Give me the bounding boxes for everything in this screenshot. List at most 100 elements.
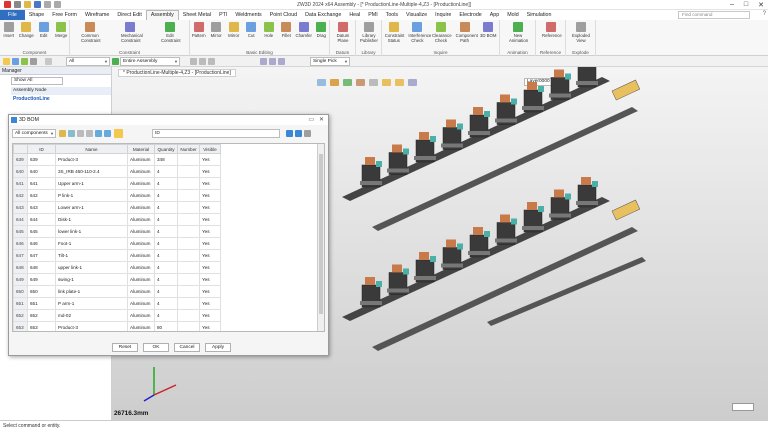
cell-id[interactable]: 642 [27, 189, 56, 202]
ribbon-button-change[interactable]: Change [17, 22, 35, 38]
cell-name[interactable]: Disk-1 [55, 213, 128, 226]
vertex-icon[interactable] [190, 58, 197, 65]
cell-number[interactable] [177, 189, 200, 202]
menu-item-heal[interactable]: Heal [345, 10, 364, 20]
cell-visible[interactable]: Yes [199, 177, 221, 190]
cell-material[interactable]: Aluminum [127, 153, 155, 166]
cell-visible[interactable]: Yes [199, 297, 221, 310]
cell-visible[interactable]: Yes [199, 225, 221, 238]
cell-qty[interactable]: 4 [154, 297, 178, 310]
cell-material[interactable]: Aluminum [127, 321, 155, 331]
table-row[interactable]: 639 639 Product-3 Aluminum 348 Yes [13, 153, 320, 166]
cell-number[interactable] [177, 273, 200, 286]
menu-item-mold[interactable]: Mold [503, 10, 522, 20]
filter-combo[interactable]: All ▼ [66, 57, 110, 66]
cell-qty[interactable]: 4 [154, 249, 178, 262]
ribbon-button-interference-check[interactable]: Interference Check [408, 22, 431, 43]
table-row[interactable]: 643 643 Lower arm-1 Aluminum 4 Yes [13, 201, 320, 214]
ribbon-button-mechanical-constraint[interactable]: Mechanical Constraint [121, 22, 143, 43]
cell-number[interactable] [177, 165, 200, 178]
settings-icon[interactable] [45, 58, 52, 65]
table-row[interactable]: 647 647 Tilt-1 Aluminum 4 Yes [13, 249, 320, 262]
menu-item-app[interactable]: App [486, 10, 503, 20]
cell-id[interactable]: 651 [27, 297, 56, 310]
pin-icon[interactable]: ▭ [308, 115, 314, 125]
menu-item-weldments[interactable]: Weldments [231, 10, 265, 20]
filter-icon[interactable] [30, 58, 37, 65]
table-row[interactable]: 645 645 lower link-1 Aluminum 4 Yes [13, 225, 320, 238]
cell-visible[interactable]: Yes [199, 261, 221, 274]
help-icon[interactable]: ? [763, 11, 766, 17]
tree-root-productionline[interactable]: ProductionLine [13, 96, 50, 102]
cell-name[interactable]: 3S_IRB 460-110-2.4 [55, 165, 128, 178]
ribbon-button-pattern[interactable]: Pattern [190, 22, 208, 38]
table-row[interactable]: 646 646 Foot-1 Aluminum 4 Yes [13, 237, 320, 250]
bom-scrollbar-thumb[interactable] [319, 154, 323, 314]
ribbon-button-mirror[interactable]: Mirror [207, 22, 225, 38]
command-search-input[interactable]: Find command [678, 11, 750, 19]
cell-name[interactable]: md-02 [55, 309, 128, 322]
cell-id[interactable]: 644 [27, 213, 56, 226]
table-row[interactable]: 648 648 upper link-1 Aluminum 4 Yes [13, 261, 320, 274]
ribbon-button-drag[interactable]: Drag [312, 22, 330, 38]
cell-id[interactable]: 640 [27, 165, 56, 178]
cell-name[interactable]: lower link-1 [55, 225, 128, 238]
cell-visible[interactable]: Yes [199, 237, 221, 250]
face-icon[interactable] [208, 58, 215, 65]
cell-id[interactable]: 646 [27, 237, 56, 250]
ribbon-button-constraint-status[interactable]: Constraint Status [385, 22, 404, 43]
pick-filter-icon[interactable] [3, 58, 10, 65]
ribbon-button-insert[interactable]: Insert [0, 22, 18, 38]
ribbon-button-reference[interactable]: Reference [542, 22, 562, 38]
cell-qty[interactable]: 4 [154, 225, 178, 238]
cell-number[interactable] [177, 237, 200, 250]
edge-icon[interactable] [199, 58, 206, 65]
ribbon-button-hole[interactable]: Hole [260, 22, 278, 38]
cell-material[interactable]: Aluminum [127, 285, 155, 298]
cell-qty[interactable]: 4 [154, 177, 178, 190]
cell-number[interactable] [177, 321, 200, 331]
ribbon-button-edit-constraint[interactable]: Edit Constraint [161, 22, 181, 43]
cell-id[interactable]: 648 [27, 261, 56, 274]
bom-scrollbar[interactable] [317, 144, 324, 331]
menu-item-electrode[interactable]: Electrode [455, 10, 485, 20]
snap-icon[interactable] [260, 58, 267, 65]
ribbon-button-datum-plane[interactable]: Datum Plane [334, 22, 352, 43]
component-filter-combo[interactable]: All components ▼ [12, 129, 56, 138]
cell-material[interactable]: Aluminum [127, 237, 155, 250]
cell-name[interactable]: Lower arm-1 [55, 201, 128, 214]
table-row[interactable]: 644 644 Disk-1 Aluminum 4 Yes [13, 213, 320, 226]
cell-visible[interactable]: Yes [199, 273, 221, 286]
highlight-icon[interactable] [295, 130, 302, 137]
filter-icon[interactable] [286, 130, 293, 137]
cell-material[interactable]: Aluminum [127, 213, 155, 226]
menu-item-data-exchange[interactable]: Data Exchange [301, 10, 345, 20]
table-row[interactable]: 650 650 link plate-1 Aluminum 4 Yes [13, 285, 320, 298]
cell-material[interactable]: Aluminum [127, 189, 155, 202]
cell-qty[interactable]: 4 [154, 309, 178, 322]
cell-number[interactable] [177, 285, 200, 298]
cell-name[interactable]: swing-1 [55, 273, 128, 286]
cell-qty[interactable]: 4 [154, 237, 178, 250]
cell-material[interactable]: Aluminum [127, 165, 155, 178]
cell-id[interactable]: 650 [27, 285, 56, 298]
menu-item-simulation[interactable]: Simulation [523, 10, 556, 20]
cell-id[interactable]: 647 [27, 249, 56, 262]
cell-id[interactable]: 653 [27, 321, 56, 331]
cell-name[interactable]: Product-3 [55, 321, 128, 331]
ribbon-button-common-constraint[interactable]: Common Constraint [81, 22, 101, 43]
table-row[interactable]: 653 653 Product-3 Aluminum 80 Yes [13, 321, 320, 331]
ok-button[interactable]: OK [143, 343, 169, 352]
cell-name[interactable]: Foot-1 [55, 237, 128, 250]
table-row[interactable]: 641 641 Upper arm-1 Aluminum 4 Yes [13, 177, 320, 190]
column-header-material[interactable]: Material [127, 144, 155, 154]
cell-qty[interactable]: 80 [154, 321, 178, 331]
grid-icon[interactable] [269, 58, 276, 65]
flat-list-icon[interactable] [68, 130, 75, 137]
menu-item-point-cloud[interactable]: Point Cloud [266, 10, 301, 20]
cell-qty[interactable]: 348 [154, 153, 178, 166]
cell-visible[interactable]: Yes [199, 189, 221, 202]
ribbon-button-fillet[interactable]: Fillet [277, 22, 295, 38]
column-header-name[interactable]: Name [55, 144, 128, 154]
cell-material[interactable]: Aluminum [127, 225, 155, 238]
